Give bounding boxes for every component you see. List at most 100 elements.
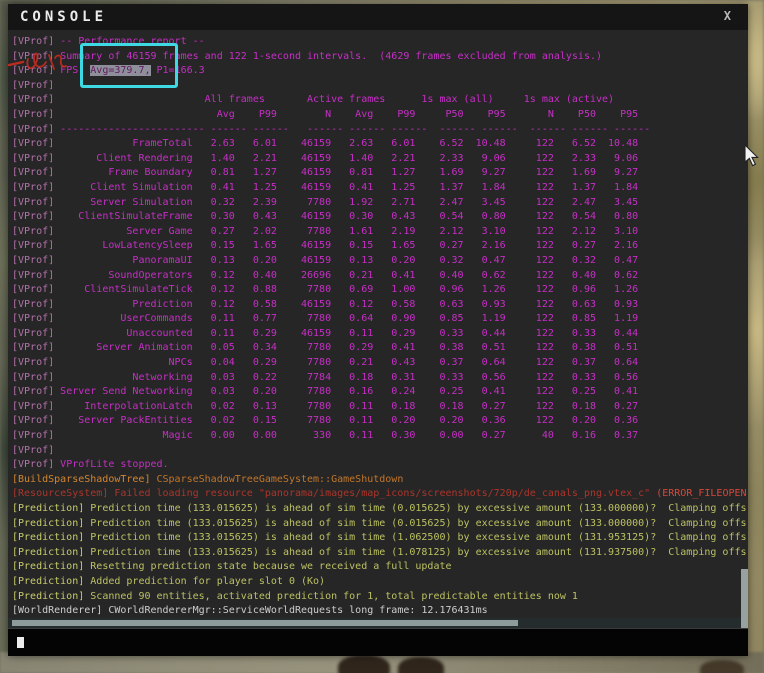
log-prefix: [Prediction] <box>12 503 90 514</box>
log-message: All frames Active frames 1s max (all) 1s… <box>60 94 638 105</box>
log-message: Unaccounted 0.11 0.29 46159 0.11 0.29 0.… <box>60 328 638 339</box>
log-prefix: [VProf] <box>12 197 60 208</box>
log-line: [VProf] <box>12 79 748 94</box>
log-prefix: [VProf] <box>12 138 60 149</box>
player-boot <box>398 657 444 673</box>
close-button[interactable]: X <box>721 9 734 23</box>
log-prefix: [VProf] <box>12 372 60 383</box>
log-line: [VProf] Server PackEntities 0.02 0.15 77… <box>12 414 748 429</box>
log-message: Prediction time (133.015625) is ahead of… <box>90 532 746 543</box>
log-prefix: [WorldRenderer] <box>12 605 108 616</box>
log-message: ------------------------ ------ ------ -… <box>60 124 650 135</box>
log-line: [VProf] All frames Active frames 1s max … <box>12 93 748 108</box>
log-line: [Prediction] Added prediction for player… <box>12 575 748 590</box>
log-line: [VProf] VProfLite stopped. <box>12 458 748 473</box>
log-line: [VProf] <box>12 444 748 459</box>
log-prefix: [BuildSparseShadowTree] <box>12 474 157 485</box>
log-prefix: [Prediction] <box>12 532 90 543</box>
log-message: ClientSimulateTick 0.12 0.88 7780 0.69 1… <box>60 284 638 295</box>
log-line: [VProf] Networking 0.03 0.22 7784 0.18 0… <box>12 371 748 386</box>
log-message: Failed loading resource "panorama/images… <box>114 488 656 499</box>
log-line: [VProf] -- Performance report -- <box>12 35 748 50</box>
log-message: SoundOperators 0.12 0.40 26696 0.21 0.41… <box>60 270 638 281</box>
log-message: Server Animation 0.05 0.34 7780 0.29 0.4… <box>60 342 638 353</box>
log-prefix: [ResourceSystem] <box>12 488 114 499</box>
log-prefix: [VProf] <box>12 401 60 412</box>
log-message: NPCs 0.04 0.29 7780 0.21 0.43 0.37 0.64 … <box>60 357 638 368</box>
log-prefix: [VProf] <box>12 80 60 91</box>
horizontal-scrollbar-thumb[interactable] <box>12 620 518 626</box>
log-prefix: [VProf] <box>12 445 60 456</box>
log-message: FrameTotal 2.63 6.01 46159 2.63 6.01 6.5… <box>60 138 638 149</box>
log-prefix: [VProf] <box>12 51 60 62</box>
player-boot <box>338 655 390 673</box>
selected-text: Avg=379.7, <box>90 65 150 76</box>
log-prefix: [Prediction] <box>12 576 90 587</box>
log-line: [Prediction] Prediction time (133.015625… <box>12 517 748 532</box>
log-prefix: [VProf] <box>12 386 60 397</box>
log-line: [VProf] PanoramaUI 0.13 0.20 46159 0.13 … <box>12 254 748 269</box>
log-message: Summary of 46159 frames and 122 1-second… <box>60 51 602 62</box>
log-line: [Prediction] Prediction time (133.015625… <box>12 531 748 546</box>
log-prefix: [VProf] <box>12 328 60 339</box>
log-message: -- Performance report -- <box>60 36 205 47</box>
log-message: Prediction time (133.015625) is ahead of… <box>90 503 746 514</box>
log-message: UserCommands 0.11 0.77 7780 0.64 0.90 0.… <box>60 313 638 324</box>
log-line: [VProf] FrameTotal 2.63 6.01 46159 2.63 … <box>12 137 748 152</box>
log-message: Prediction time (133.015625) is ahead of… <box>90 518 746 529</box>
log-line: [Prediction] Prediction time (133.015625… <box>12 502 748 517</box>
log-prefix: [VProf] <box>12 299 60 310</box>
log-prefix: [VProf] <box>12 226 60 237</box>
log-message: CWorldRendererMgr::ServiceWorldRequests … <box>108 605 487 616</box>
log-message: Server Game 0.27 2.02 7780 1.61 2.19 2.1… <box>60 226 638 237</box>
log-prefix: [VProf] <box>12 65 60 76</box>
log-prefix: [VProf] <box>12 459 60 470</box>
screenshot-stage: CONSOLE X [VProf] -- Performance report … <box>0 0 764 673</box>
log-prefix: [VProf] <box>12 36 60 47</box>
log-message: Avg P99 N Avg P99 P50 P95 N P50 P95 <box>60 109 638 120</box>
log-message: Prediction time (133.015625) is ahead of… <box>90 547 746 558</box>
log-line: [VProf] ------------------------ ------ … <box>12 123 748 138</box>
log-line: [Prediction] Resetting prediction state … <box>12 560 748 575</box>
log-line: [ResourceSystem] Failed loading resource… <box>12 487 748 502</box>
log-prefix: [Prediction] <box>12 518 90 529</box>
log-line: [Prediction] Prediction time (133.015625… <box>12 546 748 561</box>
log-line: [VProf] Server Animation 0.05 0.34 7780 … <box>12 341 748 356</box>
console-command-input[interactable] <box>8 628 748 656</box>
log-prefix: [VProf] <box>12 94 60 105</box>
log-prefix: [VProf] <box>12 167 60 178</box>
log-line: [VProf] Unaccounted 0.11 0.29 46159 0.11… <box>12 327 748 342</box>
log-line: [BuildSparseShadowTree] CSparseShadowTre… <box>12 473 748 488</box>
log-message: VProfLite stopped. <box>60 459 168 470</box>
log-message: Magic 0.00 0.00 330 0.11 0.30 0.00 0.27 … <box>60 430 638 441</box>
player-boot <box>700 660 744 673</box>
log-message: CSparseShadowTreeGameSystem::GameShutdow… <box>157 474 404 485</box>
log-line: [WorldRenderer] CWorldRendererMgr::Servi… <box>12 604 748 618</box>
log-prefix: [VProf] <box>12 357 60 368</box>
log-line: [VProf] Server Simulation 0.32 2.39 7780… <box>12 196 748 211</box>
log-line: [VProf] Client Simulation 0.41 1.25 4615… <box>12 181 748 196</box>
log-message: Prediction 0.12 0.58 46159 0.12 0.58 0.6… <box>60 299 638 310</box>
log-prefix: [VProf] <box>12 313 60 324</box>
log-message: ClientSimulateFrame 0.30 0.43 46159 0.30… <box>60 211 638 222</box>
log-prefix: [VProf] <box>12 240 60 251</box>
log-line: [VProf] Client Rendering 1.40 2.21 46159… <box>12 152 748 167</box>
log-line: [VProf] SoundOperators 0.12 0.40 26696 0… <box>12 269 748 284</box>
horizontal-scrollbar[interactable] <box>8 618 748 628</box>
log-line: [VProf] Avg P99 N Avg P99 P50 P95 N P50 … <box>12 108 748 123</box>
log-prefix: [VProf] <box>12 270 60 281</box>
log-line: [VProf] Summary of 46159 frames and 122 … <box>12 50 748 65</box>
log-line: [VProf] ClientSimulateFrame 0.30 0.43 46… <box>12 210 748 225</box>
log-line: [Prediction] Scanned 90 entities, activa… <box>12 590 748 605</box>
console-titlebar: CONSOLE X <box>8 4 748 30</box>
log-message: Frame Boundary 0.81 1.27 46159 0.81 1.27… <box>60 167 638 178</box>
log-line: [VProf] NPCs 0.04 0.29 7780 0.21 0.43 0.… <box>12 356 748 371</box>
log-message: FPS: <box>60 65 90 76</box>
log-prefix: [VProf] <box>12 109 60 120</box>
console-log[interactable]: [VProf] -- Performance report --[VProf] … <box>8 30 748 618</box>
log-message: Server Simulation 0.32 2.39 7780 1.92 2.… <box>60 197 638 208</box>
log-prefix: [VProf] <box>12 342 60 353</box>
log-message: PanoramaUI 0.13 0.20 46159 0.13 0.20 0.3… <box>60 255 638 266</box>
log-line: [VProf] FPS: Avg=379.7, P1=166.3 <box>12 64 748 79</box>
log-prefix: [VProf] <box>12 430 60 441</box>
